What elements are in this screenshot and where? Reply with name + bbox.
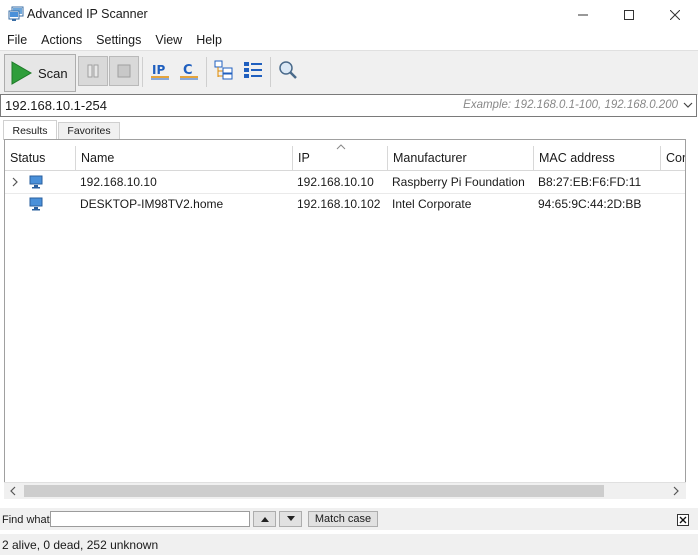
expand-all-button[interactable] xyxy=(210,56,238,84)
ip-icon: IP xyxy=(151,63,169,80)
maximize-button[interactable] xyxy=(606,0,652,30)
menu-help[interactable]: Help xyxy=(189,30,229,50)
minimize-button[interactable] xyxy=(560,0,606,30)
maximize-icon xyxy=(624,10,634,20)
class-c-button[interactable]: C xyxy=(175,56,203,84)
class-c-icon: C xyxy=(180,63,198,80)
host-online-icon xyxy=(29,197,43,211)
cell-name: DESKTOP-IM98TV2.home xyxy=(80,197,224,211)
column-header-comments[interactable]: Cor xyxy=(661,146,685,170)
results-table: Status Name IP Manufacturer MAC address … xyxy=(4,139,686,499)
expand-tree-icon xyxy=(214,60,233,80)
tab-results[interactable]: Results xyxy=(3,120,57,140)
search-icon xyxy=(279,61,297,79)
minimize-icon xyxy=(578,14,588,16)
cell-mac-address: 94:65:9C:44:2D:BB xyxy=(538,197,642,211)
chevron-right-icon[interactable] xyxy=(11,177,19,187)
table-row[interactable]: DESKTOP-IM98TV2.home 192.168.10.102 Inte… xyxy=(5,193,685,215)
tab-favorites[interactable]: Favorites xyxy=(58,122,120,139)
cell-ip: 192.168.10.102 xyxy=(297,197,381,211)
close-icon xyxy=(670,10,680,20)
collapse-all-button[interactable] xyxy=(239,56,267,84)
scroll-left-icon[interactable] xyxy=(9,486,17,496)
find-label: Find what: xyxy=(2,514,53,526)
horizontal-scrollbar[interactable] xyxy=(4,482,686,499)
status-bar: 2 alive, 0 dead, 252 unknown xyxy=(0,534,698,555)
column-header-ip[interactable]: IP xyxy=(293,146,388,170)
toolbar-separator xyxy=(142,57,143,87)
ip-button[interactable]: IP xyxy=(146,56,174,84)
host-online-icon xyxy=(29,175,43,189)
search-button[interactable] xyxy=(274,56,302,84)
column-header-manufacturer[interactable]: Manufacturer xyxy=(388,146,534,170)
play-icon xyxy=(11,61,32,85)
close-icon xyxy=(677,514,689,526)
cell-manufacturer: Intel Corporate xyxy=(392,197,472,211)
triangle-down-icon xyxy=(286,516,295,521)
menu-view[interactable]: View xyxy=(148,30,189,50)
ip-range-input[interactable] xyxy=(5,95,445,116)
column-header-name[interactable]: Name xyxy=(76,146,293,170)
scrollbar-thumb[interactable] xyxy=(24,485,604,497)
table-header: Status Name IP Manufacturer MAC address … xyxy=(5,146,685,171)
close-button[interactable] xyxy=(652,0,698,30)
triangle-up-icon xyxy=(260,517,269,522)
cell-manufacturer: Raspberry Pi Foundation xyxy=(392,175,525,189)
cell-name: 192.168.10.10 xyxy=(80,175,157,189)
toolbar-separator xyxy=(270,57,271,87)
find-bar: Find what: Match case xyxy=(0,508,698,530)
pause-button[interactable] xyxy=(78,56,108,86)
status-text: 2 alive, 0 dead, 252 unknown xyxy=(2,538,159,552)
find-previous-button[interactable] xyxy=(253,511,276,527)
find-close-button[interactable] xyxy=(677,514,689,526)
scan-label: Scan xyxy=(38,65,68,81)
cell-mac-address: B8:27:EB:F6:FD:11 xyxy=(538,175,642,189)
svg-text:C: C xyxy=(183,63,193,78)
scroll-right-icon[interactable] xyxy=(672,486,680,496)
pause-icon xyxy=(87,64,99,78)
menu-settings[interactable]: Settings xyxy=(89,30,148,50)
menu-file[interactable]: File xyxy=(0,30,34,50)
menu-actions[interactable]: Actions xyxy=(34,30,89,50)
ip-range-example: Example: 192.168.0.1-100, 192.168.0.200 xyxy=(463,99,678,111)
column-header-status[interactable]: Status xyxy=(5,146,76,170)
collapse-tree-icon xyxy=(244,62,262,78)
menu-bar: File Actions Settings View Help xyxy=(0,30,698,50)
toolbar: Scan IP C xyxy=(0,50,698,95)
match-case-button[interactable]: Match case xyxy=(308,511,378,527)
find-next-button[interactable] xyxy=(279,511,302,527)
find-input[interactable] xyxy=(50,511,250,527)
ip-range-field: Example: 192.168.0.1-100, 192.168.0.200 xyxy=(0,94,697,117)
title-bar: Advanced IP Scanner xyxy=(0,0,698,30)
stop-button[interactable] xyxy=(109,56,139,86)
toolbar-separator xyxy=(206,57,207,87)
app-icon xyxy=(8,6,24,22)
window-title: Advanced IP Scanner xyxy=(27,7,148,21)
svg-text:IP: IP xyxy=(152,63,165,77)
table-row[interactable]: 192.168.10.10 192.168.10.10 Raspberry Pi… xyxy=(5,171,685,194)
scan-button[interactable]: Scan xyxy=(4,54,76,92)
cell-ip: 192.168.10.10 xyxy=(297,175,374,189)
column-header-mac-address[interactable]: MAC address xyxy=(534,146,661,170)
stop-icon xyxy=(117,64,131,78)
chevron-down-icon[interactable] xyxy=(683,99,693,111)
